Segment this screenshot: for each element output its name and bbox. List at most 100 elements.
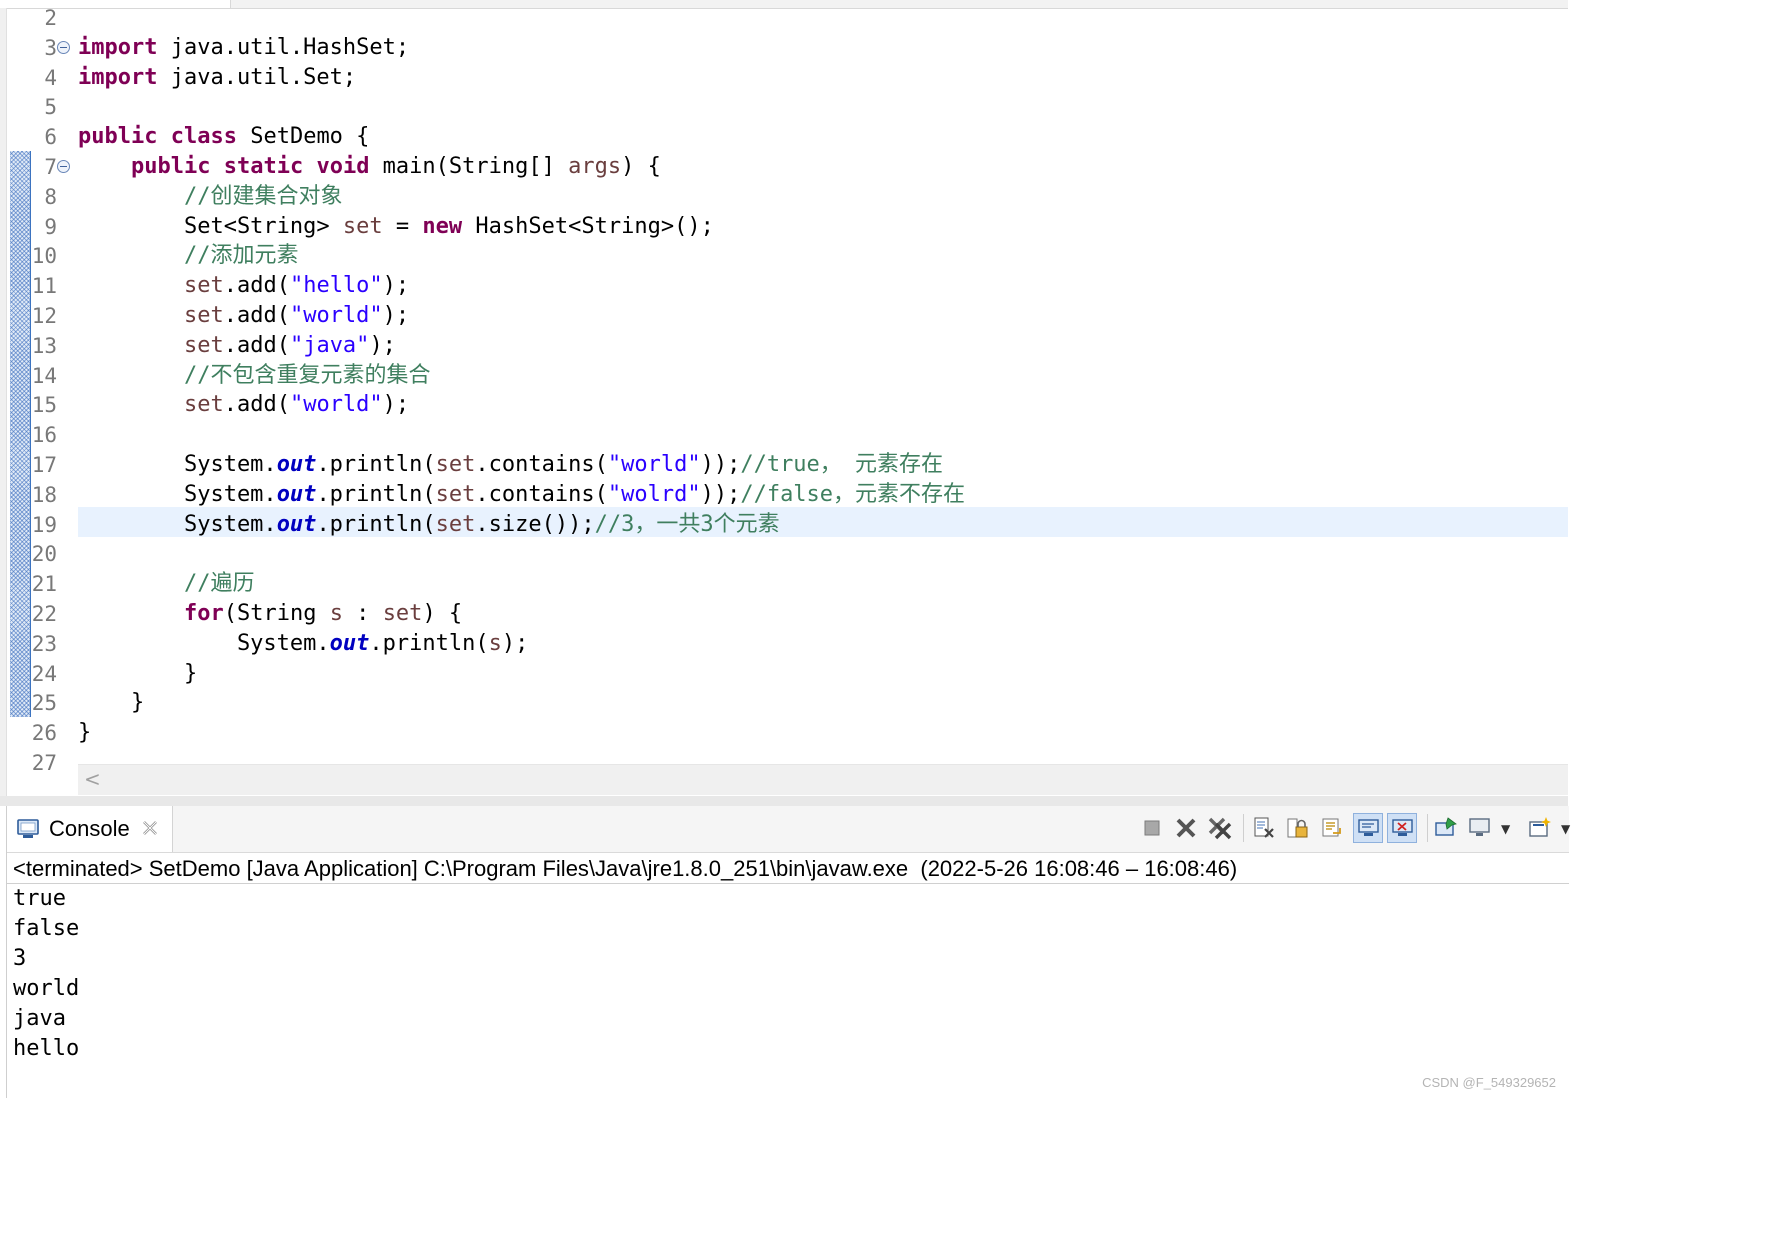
code-token: //false，元素不存在 <box>740 481 966 507</box>
remove-all-terminated-button[interactable] <box>1205 813 1235 843</box>
code-token: set <box>342 213 383 239</box>
code-line[interactable]: 16 <box>0 420 1568 450</box>
line-number: 26 <box>31 721 57 746</box>
line-number: 21 <box>31 572 57 597</box>
code-line[interactable]: 5 <box>0 92 1568 122</box>
code-line[interactable]: 9 Set<String> set = new HashSet<String>(… <box>0 212 1568 242</box>
line-number: 14 <box>31 363 57 388</box>
scroll-lock-icon <box>1287 818 1308 838</box>
code-text: } <box>78 659 197 689</box>
show-console-on-stdout-button[interactable] <box>1353 813 1383 843</box>
pin-console-button[interactable] <box>1431 813 1461 843</box>
code-line[interactable]: 13 set.add("java"); <box>0 331 1568 361</box>
code-token: //添加元素 <box>183 243 299 269</box>
code-line[interactable]: 11 set.add("hello"); <box>0 271 1568 301</box>
line-number: 19 <box>31 512 57 537</box>
code-line[interactable]: 19 System.out.println(set.size());//3，一共… <box>0 510 1568 540</box>
console-tab[interactable]: Console <box>7 806 173 852</box>
code-line[interactable]: 4 import java.util.Set; <box>0 63 1568 93</box>
code-line[interactable]: 3 import java.util.HashSet; <box>0 33 1568 63</box>
code-token: .add( <box>223 392 290 418</box>
line-number: 22 <box>31 602 57 626</box>
word-wrap-button[interactable] <box>1317 813 1347 843</box>
scroll-left-arrow-icon[interactable]: < <box>84 767 101 791</box>
console-output-line: world <box>13 976 80 1001</box>
clear-console-button[interactable] <box>1249 813 1279 843</box>
console-tab-title: Console <box>49 816 130 841</box>
code-line[interactable]: 12 set.add("world"); <box>0 301 1568 331</box>
console-output-line: 3 <box>13 946 27 971</box>
code-text: //不包含重复元素的集合 <box>78 361 431 391</box>
code-text: //遍历 <box>78 569 255 599</box>
display-selected-console-button[interactable] <box>1465 813 1495 843</box>
console-output[interactable]: true false 3 world java hello <box>13 884 79 1064</box>
collapse-fold-icon[interactable] <box>57 160 70 173</box>
line-number: 6 <box>44 125 57 150</box>
view-sash[interactable] <box>0 796 1568 806</box>
code-token: .add( <box>223 273 290 299</box>
code-token: "world" <box>607 452 701 477</box>
code-line[interactable]: 22 for(String s : set) { <box>0 599 1568 629</box>
code-line[interactable]: 25 } <box>0 688 1568 718</box>
code-line[interactable]: 17 System.out.println(set.contains("worl… <box>0 450 1568 480</box>
code-line[interactable]: 10 //添加元素 <box>0 241 1568 271</box>
code-token: )); <box>700 481 741 507</box>
code-text: public class SetDemo { <box>78 122 369 152</box>
line-number: 23 <box>31 631 57 656</box>
code-token: : <box>342 601 383 626</box>
code-line[interactable]: 14 //不包含重复元素的集合 <box>0 361 1568 391</box>
display-selected-console-icon <box>1469 818 1490 836</box>
code-token: set <box>183 303 224 328</box>
code-token: out <box>329 630 370 656</box>
code-line[interactable]: 21 //遍历 <box>0 569 1568 599</box>
divider <box>7 883 1569 884</box>
code-editor[interactable]: 2 3 import java.util.HashSet; 4 import java.… <box>0 0 1568 796</box>
remove-launch-button[interactable] <box>1171 813 1201 843</box>
code-token: ); <box>382 303 410 328</box>
horizontal-scrollbar[interactable]: < <box>78 764 1568 795</box>
code-token: for <box>183 601 224 626</box>
code-token: set <box>435 452 476 477</box>
code-line[interactable]: 7 public static void main(String[] args)… <box>0 152 1568 182</box>
code-line[interactable]: 23 System.out.println(s); <box>0 629 1568 659</box>
code-token: s <box>329 601 343 626</box>
clear-console-icon <box>1254 817 1274 838</box>
open-console-dropdown-arrow-icon[interactable]: ▼ <box>1561 822 1570 836</box>
console-toolbar: ▼ ▼ <box>1133 806 1570 852</box>
code-token: ) { <box>422 601 463 626</box>
terminate-button[interactable] <box>1137 813 1167 843</box>
code-token: set <box>183 392 224 418</box>
code-token: .println( <box>316 511 436 537</box>
code-line[interactable]: 24 } <box>0 659 1568 689</box>
code-text: set.add("world"); <box>78 301 409 331</box>
code-line[interactable]: 20 <box>0 539 1568 569</box>
close-icon[interactable] <box>140 818 160 838</box>
code-token: .add( <box>223 332 290 358</box>
line-number: 13 <box>31 333 57 358</box>
code-line[interactable]: 8 //创建集合对象 <box>0 182 1568 212</box>
code-token: .size()); <box>475 511 595 537</box>
collapse-fold-icon[interactable] <box>57 40 70 54</box>
scroll-lock-button[interactable] <box>1283 813 1313 843</box>
open-console-button[interactable] <box>1525 813 1555 843</box>
code-token: .contains( <box>475 452 608 477</box>
code-line[interactable]: 2 <box>0 3 1568 33</box>
code-token: void <box>316 154 370 179</box>
code-line[interactable]: 15 set.add("world"); <box>0 390 1568 420</box>
code-line[interactable]: 18 System.out.println(set.contains("wolr… <box>0 480 1568 510</box>
code-token: "hello" <box>289 273 383 299</box>
code-line[interactable]: 26} <box>0 718 1568 748</box>
show-console-on-stderr-button[interactable] <box>1387 813 1417 843</box>
code-token: .add( <box>223 303 290 328</box>
line-number: 5 <box>44 95 57 120</box>
code-line[interactable]: 6 public class SetDemo { <box>0 122 1568 152</box>
line-number: 11 <box>31 274 57 299</box>
console-process-status: <terminated> SetDemo [Java Application] … <box>13 856 1238 881</box>
display-console-dropdown-arrow-icon[interactable]: ▼ <box>1501 822 1510 836</box>
line-number: 15 <box>31 393 57 418</box>
